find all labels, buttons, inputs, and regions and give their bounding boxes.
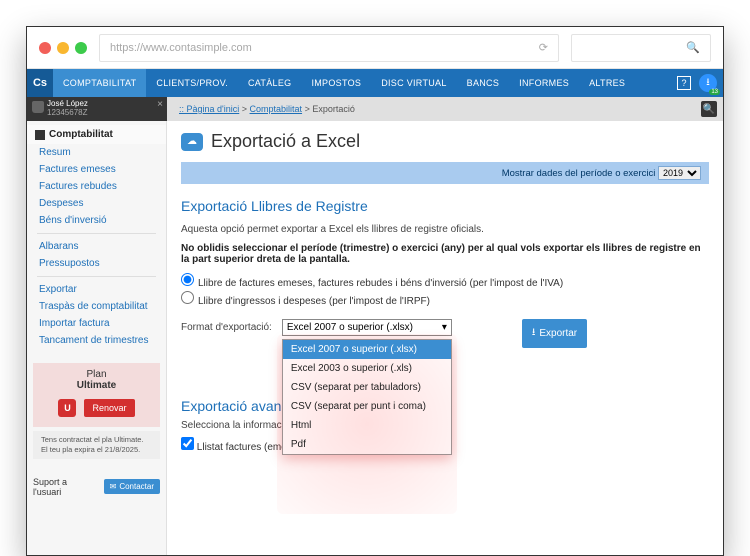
page-title-label: Exportació a Excel	[211, 131, 360, 152]
refresh-icon[interactable]: ⟳	[539, 41, 548, 54]
search-toggle-icon[interactable]: 🔍	[701, 101, 717, 117]
nav-cataleg[interactable]: CATÀLEG	[238, 69, 301, 97]
search-icon: 🔍	[686, 41, 700, 54]
traffic-lights	[39, 42, 87, 54]
breadcrumb: :: Pàgina d'inici > Comptabilitat > Expo…	[167, 104, 355, 114]
format-option-csv-semi[interactable]: CSV (separat per punt i coma)	[283, 397, 451, 416]
period-select[interactable]: 2019	[658, 166, 701, 180]
sidebar-item-exportar[interactable]: Exportar	[27, 281, 166, 298]
download-icon: ⭳	[532, 325, 536, 342]
format-label: Format d'exportació:	[181, 319, 272, 333]
section-registre-desc: Aquesta opció permet exportar a Excel el…	[181, 224, 709, 235]
support-label: Suport a l'usuari	[33, 477, 98, 497]
help-icon[interactable]: ?	[677, 76, 691, 90]
format-option-html[interactable]: Html	[283, 416, 451, 435]
checkbox-llistat-input[interactable]	[181, 437, 194, 450]
maximize-icon[interactable]	[75, 42, 87, 54]
format-option-csv-tab[interactable]: CSV (separat per tabuladors)	[283, 378, 451, 397]
sidebar-item-despeses[interactable]: Despeses	[27, 195, 166, 212]
sidebar-header: Comptabilitat	[27, 125, 166, 144]
minimize-icon[interactable]	[57, 42, 69, 54]
breadcrumb-home[interactable]: :: Pàgina d'inici	[179, 104, 239, 114]
radio-irpf-input[interactable]	[181, 291, 194, 304]
format-dropdown: Excel 2007 o superior (.xlsx) Excel 2003…	[282, 339, 452, 455]
radio-iva[interactable]: Llibre de factures emeses, factures rebu…	[181, 273, 709, 289]
radio-irpf-label: Llibre d'ingressos i despeses (per l'imp…	[198, 296, 430, 307]
nav-altres[interactable]: ALTRES	[579, 69, 635, 97]
top-nav: Cs COMPTABILITAT CLIENTS/PROV. CATÀLEG I…	[27, 69, 723, 97]
user-icon	[32, 101, 44, 113]
contact-button[interactable]: ✉ Contactar	[104, 479, 160, 494]
url-input[interactable]: https://www.contasimple.com ⟳	[99, 34, 559, 62]
sidebar-item-pressupostos[interactable]: Pressupostos	[27, 255, 166, 272]
contact-button-label: Contactar	[119, 482, 154, 491]
sidebar-item-resum[interactable]: Resum	[27, 144, 166, 161]
period-bar: Mostrar dades del període o exercici 201…	[181, 162, 709, 184]
period-label: Mostrar dades del període o exercici	[502, 168, 656, 179]
user-box[interactable]: José López 12345678Z ×	[27, 97, 167, 121]
format-option-pdf[interactable]: Pdf	[283, 435, 451, 454]
radio-iva-label: Llibre de factures emeses, factures rebu…	[198, 278, 563, 289]
format-select-value: Excel 2007 o superior (.xlsx)	[287, 322, 413, 333]
mail-icon: ✉	[110, 482, 117, 491]
radio-group: Llibre de factures emeses, factures rebu…	[181, 273, 709, 307]
plan-box: PlanUltimate U Renovar	[33, 363, 160, 427]
sidebar-item-importar[interactable]: Importar factura	[27, 315, 166, 332]
sidebar-item-traspas[interactable]: Traspàs de comptabilitat	[27, 298, 166, 315]
export-button-label: Exportar	[539, 328, 577, 339]
cloud-upload-icon: ☁	[181, 133, 203, 151]
nav-comptabilitat[interactable]: COMPTABILITAT	[53, 69, 146, 97]
logo[interactable]: Cs	[27, 69, 53, 97]
radio-iva-input[interactable]	[181, 273, 194, 286]
sidebar-header-label: Comptabilitat	[49, 129, 113, 140]
section-registre-title: Exportació Llibres de Registre	[181, 198, 709, 214]
sidebar: Comptabilitat Resum Factures emeses Fact…	[27, 121, 167, 555]
main-content: ☁ Exportació a Excel Mostrar dades del p…	[167, 121, 723, 555]
plan-badge-icon: U	[58, 399, 76, 417]
renovar-button[interactable]: Renovar	[84, 399, 134, 417]
plan-note: Tens contractat el pla Ultimate. El teu …	[33, 431, 160, 459]
plan-title-a: Plan	[86, 369, 106, 380]
user-bar: José López 12345678Z × :: Pàgina d'inici…	[27, 97, 723, 121]
radio-irpf[interactable]: Llibre d'ingressos i despeses (per l'imp…	[181, 291, 709, 307]
breadcrumb-mid[interactable]: Comptabilitat	[250, 104, 303, 114]
nav-impostos[interactable]: IMPOSTOS	[301, 69, 371, 97]
sidebar-item-albarans[interactable]: Albarans	[27, 238, 166, 255]
avatar[interactable]: ⭳	[699, 74, 717, 92]
close-icon[interactable]	[39, 42, 51, 54]
format-option-xlsx[interactable]: Excel 2007 o superior (.xlsx)	[283, 340, 451, 359]
page-title: ☁ Exportació a Excel	[181, 131, 709, 152]
sidebar-item-tancament[interactable]: Tancament de trimestres	[27, 332, 166, 349]
export-button[interactable]: ⭳ Exportar	[522, 319, 587, 348]
plan-title-b: Ultimate	[77, 380, 116, 391]
breadcrumb-last: Exportació	[312, 104, 355, 114]
browser-bar: https://www.contasimple.com ⟳ 🔍	[27, 27, 723, 69]
chevron-down-icon: ▾	[442, 322, 447, 333]
document-icon	[35, 130, 45, 140]
nav-disc[interactable]: DISC VIRTUAL	[371, 69, 456, 97]
section-registre-bold: No oblidis seleccionar el període (trime…	[181, 243, 701, 265]
sidebar-item-factures-emeses[interactable]: Factures emeses	[27, 161, 166, 178]
url-text: https://www.contasimple.com	[110, 42, 252, 54]
format-option-xls[interactable]: Excel 2003 o superior (.xls)	[283, 359, 451, 378]
nav-bancs[interactable]: BANCS	[457, 69, 510, 97]
sidebar-item-factures-rebudes[interactable]: Factures rebudes	[27, 178, 166, 195]
nav-informes[interactable]: INFORMES	[509, 69, 579, 97]
user-id: 12345678Z	[47, 109, 167, 118]
support-box: Suport a l'usuari ✉ Contactar	[33, 477, 160, 497]
close-user-icon[interactable]: ×	[157, 99, 163, 110]
sidebar-item-bens[interactable]: Béns d'inversió	[27, 212, 166, 229]
nav-clients[interactable]: CLIENTS/PROV.	[146, 69, 238, 97]
browser-search-input[interactable]: 🔍	[571, 34, 711, 62]
